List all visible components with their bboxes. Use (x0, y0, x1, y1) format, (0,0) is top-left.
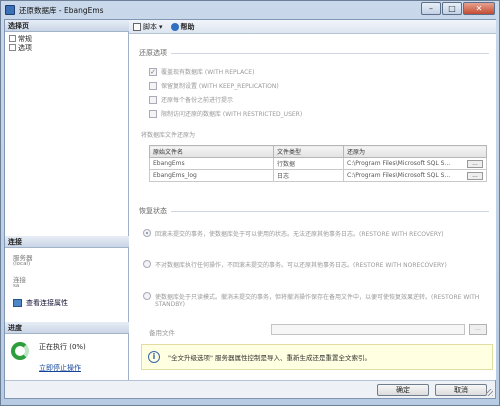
page-icon (9, 44, 16, 51)
table-header-row: 原始文件名 文件类型 还原为 (149, 145, 487, 158)
script-icon (133, 22, 141, 31)
checkbox-prompt-label: 还原每个备份之前进行提示 (161, 97, 234, 104)
column-header-restore-as[interactable]: 还原为 (343, 145, 487, 158)
stop-operation-link[interactable]: 立即停止操作 (39, 363, 81, 373)
sql-server-icon (5, 5, 15, 15)
cell-original-name: EbangEms (149, 157, 274, 170)
browse-button[interactable]: ... (467, 171, 483, 180)
radio-norecovery-label: 不对数据库执行任何操作，不回滚未提交的事务。可以还原其他事务日志。(RESTOR… (155, 262, 447, 269)
help-button[interactable]: 帮助 (170, 22, 195, 32)
left-pane: 选择页 常规 选项 连接 服务器 (local) 连接 sa 查看连接属性 进度… (5, 20, 129, 380)
progress-status: 正在执行 (0%) (39, 343, 86, 351)
radio-restore-with-standby[interactable]: 使数据库处于只读模式。撤消未提交的事务，但将撤消操作保存在备用文件中，以便可使恢… (143, 292, 483, 308)
restore-options-title: 还原选项 (139, 49, 167, 57)
checkbox-checked-icon[interactable]: ✓ (149, 67, 157, 76)
ok-button[interactable]: 确定 (377, 384, 429, 396)
checkbox-prompt-before-restore[interactable]: 还原每个备份之前进行提示 (149, 95, 233, 104)
toolbar: 脚本 ▾ 帮助 (129, 20, 496, 34)
recovery-state-title: 恢复状态 (139, 207, 167, 215)
script-button[interactable]: 脚本 ▾ (133, 22, 163, 32)
main-pane: 脚本 ▾ 帮助 还原选项 ✓ 覆盖现有数据库 (WITH REPLACE) 保留… (129, 20, 496, 380)
checkbox-icon[interactable] (149, 109, 157, 118)
progress-spinner-icon (11, 342, 29, 360)
dialog-footer: 确定 取消 (5, 380, 495, 398)
browse-button[interactable]: ... (467, 159, 483, 168)
radio-restore-with-norecovery[interactable]: 不对数据库执行任何操作，不回滚未提交的事务。可以还原其他事务日志。(RESTOR… (143, 260, 483, 269)
checkbox-restricted-user-label: 限制访问还原的数据库 (WITH RESTRICTED_USER) (161, 111, 303, 118)
checkbox-icon[interactable] (149, 95, 157, 104)
maximize-button[interactable]: □ (442, 2, 462, 15)
info-bar: i "全文升级选项" 服务器属性控制是导入、重新生成还是重置全文索引。 (141, 344, 493, 370)
title-bar[interactable]: 还原数据库 - EbangEms – □ ✕ (1, 1, 499, 19)
standby-file-input[interactable] (271, 324, 465, 335)
connection-value: sa (13, 283, 20, 289)
checkbox-with-replace[interactable]: ✓ 覆盖现有数据库 (WITH REPLACE) (149, 67, 254, 76)
cell-original-name: EbangEms_log (149, 169, 274, 182)
restore-files-caption: 将数据库文件还原为 (141, 130, 195, 139)
standby-file-browse-button[interactable]: ... (469, 324, 487, 335)
help-label: 帮助 (180, 22, 195, 31)
window-title: 还原数据库 - EbangEms (19, 6, 104, 15)
view-connection-properties-label: 查看连接属性 (26, 299, 68, 307)
checkbox-with-replace-label: 覆盖现有数据库 (WITH REPLACE) (161, 69, 255, 76)
checkbox-restricted-user[interactable]: 限制访问还原的数据库 (WITH RESTRICTED_USER) (149, 109, 302, 118)
dialog-content: 选择页 常规 选项 连接 服务器 (local) 连接 sa 查看连接属性 进度… (4, 19, 496, 399)
checkbox-icon[interactable] (149, 81, 157, 90)
restore-files-table: 原始文件名 文件类型 还原为 EbangEms 行数据 C:\Program F… (149, 145, 487, 182)
radio-selected-icon[interactable] (143, 229, 151, 237)
page-label-options: 选项 (18, 43, 32, 52)
restore-options-group-title: 还原选项 (139, 48, 489, 58)
table-row[interactable]: EbangEms 行数据 C:\Program Files\Microsoft … (149, 157, 487, 170)
cell-file-type: 行数据 (273, 157, 344, 170)
column-header-file-type[interactable]: 文件类型 (273, 145, 344, 158)
progress-header: 进度 (5, 322, 129, 334)
radio-icon[interactable] (143, 260, 151, 268)
connection-properties-icon (13, 299, 22, 307)
script-label: 脚本 (143, 22, 157, 31)
radio-standby-label: 使数据库处于只读模式。撤消未提交的事务，但将撤消操作保存在备用文件中，以便可使恢… (155, 294, 480, 308)
info-icon: i (148, 351, 160, 363)
view-connection-properties-link[interactable]: 查看连接属性 (13, 298, 68, 308)
cell-restore-as[interactable]: C:\Program Files\Microsoft SQL S... ... (343, 169, 487, 182)
checkbox-keep-replication-label: 保留复制设置 (WITH KEEP_REPLICATION) (161, 83, 279, 90)
server-value: (local) (13, 261, 31, 267)
select-page-header: 选择页 (5, 20, 129, 32)
cell-restore-as[interactable]: C:\Program Files\Microsoft SQL S... ... (343, 157, 487, 170)
chevron-down-icon[interactable]: ▾ (159, 23, 163, 31)
column-header-original-name[interactable]: 原始文件名 (149, 145, 274, 158)
group-divider (171, 52, 489, 54)
info-message: "全文升级选项" 服务器属性控制是导入、重新生成还是重置全文索引。 (168, 354, 372, 362)
table-row[interactable]: EbangEms_log 日志 C:\Program Files\Microso… (149, 169, 487, 182)
radio-icon[interactable] (143, 292, 151, 300)
cell-file-type: 日志 (273, 169, 344, 182)
resize-grip-icon[interactable] (486, 389, 493, 396)
window-controls: – □ ✕ (421, 2, 495, 15)
restore-path-text[interactable]: C:\Program Files\Microsoft SQL S... (347, 160, 450, 167)
checkbox-keep-replication[interactable]: 保留复制设置 (WITH KEEP_REPLICATION) (149, 81, 279, 90)
page-item-options[interactable]: 选项 (9, 43, 32, 52)
restore-dialog-window: 还原数据库 - EbangEms – □ ✕ 选择页 常规 选项 连接 服务器 … (0, 0, 500, 406)
connection-header: 连接 (5, 236, 129, 248)
page-icon (9, 35, 16, 42)
cancel-button[interactable]: 取消 (435, 384, 487, 396)
restore-path-text[interactable]: C:\Program Files\Microsoft SQL S... (347, 172, 450, 179)
minimize-button[interactable]: – (421, 2, 441, 15)
restore-files-caption-text: 将数据库文件还原为 (141, 132, 196, 139)
standby-file-label: 备用文件 (149, 329, 175, 337)
group-divider (171, 210, 489, 212)
radio-restore-with-recovery[interactable]: 回滚未提交的事务，使数据库处于可以使用的状态。无法还原其他事务日志。(RESTO… (143, 229, 483, 238)
radio-recovery-label: 回滚未提交的事务，使数据库处于可以使用的状态。无法还原其他事务日志。(RESTO… (155, 231, 444, 238)
help-icon (170, 22, 179, 31)
recovery-state-group-title: 恢复状态 (139, 206, 489, 216)
close-button[interactable]: ✕ (463, 2, 495, 15)
